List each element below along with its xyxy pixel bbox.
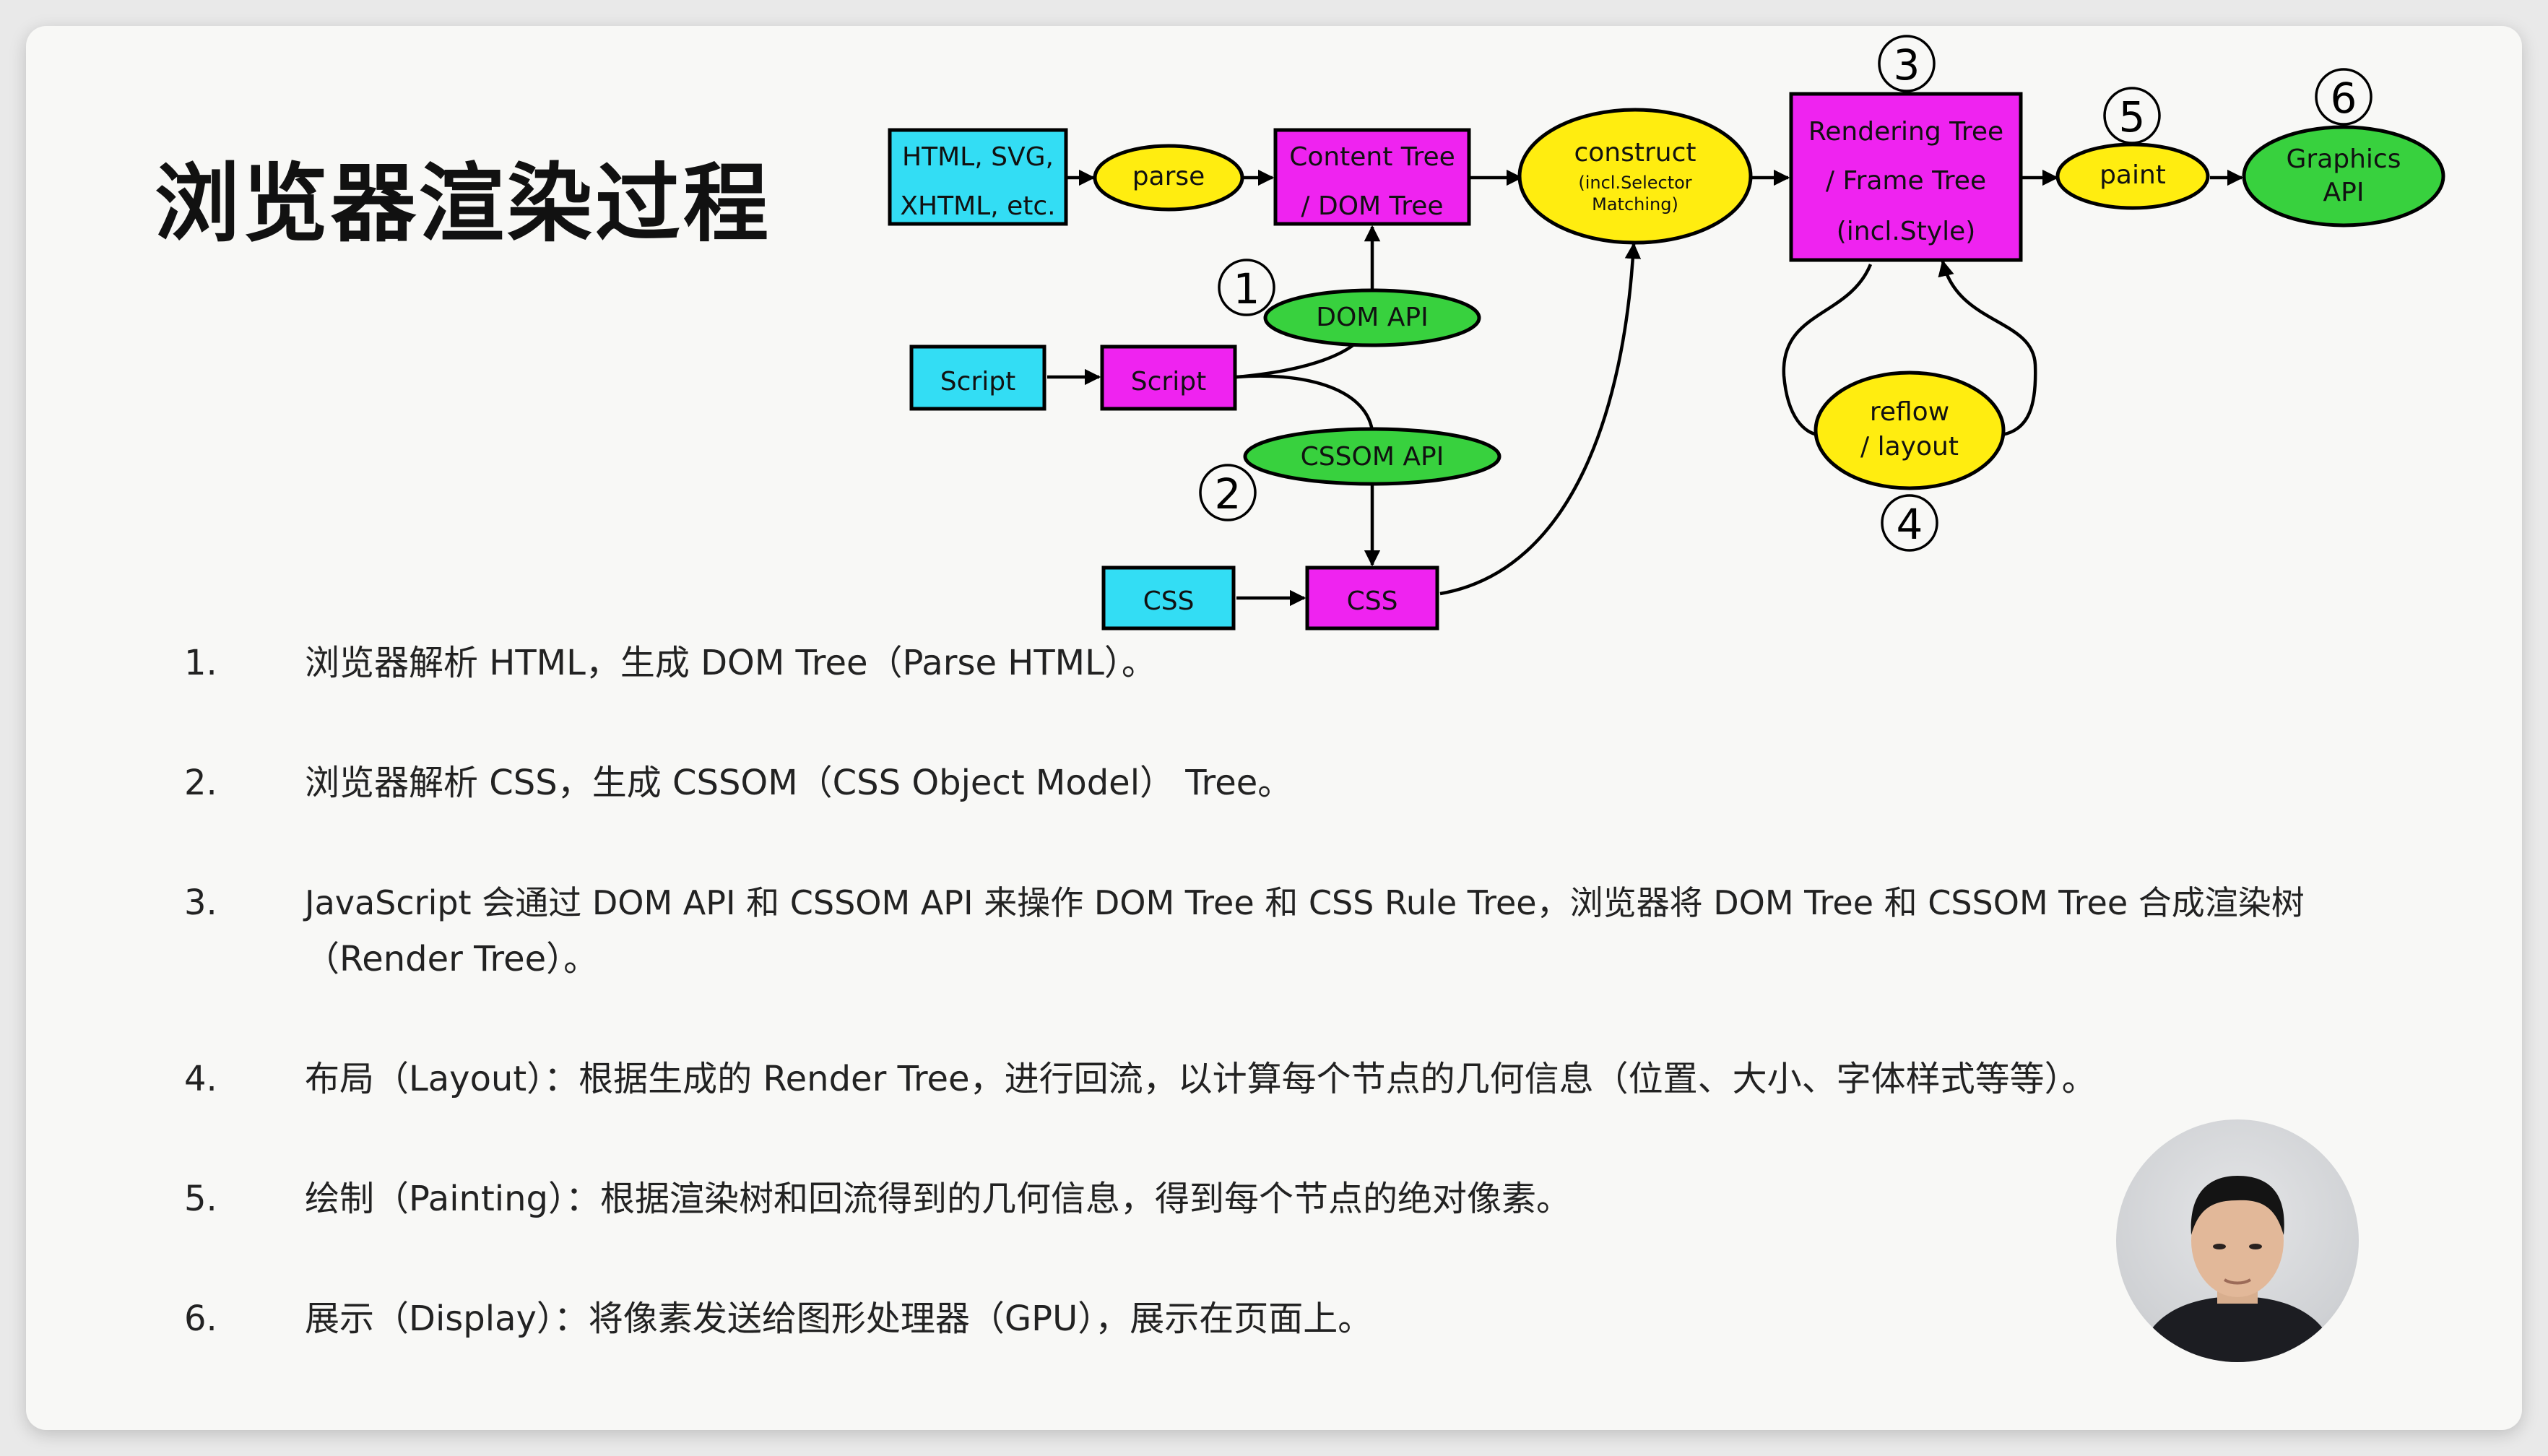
step-marker-3: 3 — [1878, 35, 1936, 92]
node-paint: paint — [2055, 142, 2210, 210]
presenter-video-avatar[interactable] — [2116, 1119, 2359, 1362]
node-reflow-line1: reflow — [1870, 397, 1949, 427]
node-css-label: CSS — [1347, 586, 1398, 616]
step-number: 1. — [184, 643, 217, 683]
svg-text:3: 3 — [1894, 40, 1920, 90]
node-css-source-label: CSS — [1143, 586, 1195, 616]
step-marker-4: 4 — [1881, 494, 1938, 552]
node-dom-api: DOM API — [1263, 288, 1481, 347]
step-text: 浏览器解析 CSS，生成 CSSOM（CSS Object Model） Tre… — [305, 763, 1293, 803]
step-text: 绘制（Painting）：根据渲染树和回流得到的几何信息，得到每个节点的绝对像素… — [305, 1179, 1572, 1219]
node-script: Script — [1100, 344, 1237, 411]
step-marker-6: 6 — [2315, 68, 2372, 126]
presenter-silhouette-icon — [2138, 1176, 2337, 1362]
svg-text:4: 4 — [1897, 500, 1923, 549]
node-parse-label: parse — [1132, 162, 1205, 191]
node-css: CSS — [1305, 566, 1439, 630]
node-script-source-label: Script — [940, 367, 1015, 396]
node-construct: construct (incl.Selector Matching) — [1517, 108, 1753, 245]
node-rendering-tree: Rendering Tree / Frame Tree (incl.Style) — [1789, 92, 2023, 262]
node-content-tree: Content Tree / DOM Tree — [1273, 128, 1471, 226]
node-html-source: HTML, SVG, XHTML, etc. — [888, 128, 1068, 226]
step-marker-2: 2 — [1199, 464, 1257, 521]
step-text: 布局（Layout）：根据生成的 Render Tree，进行回流，以计算每个节… — [305, 1059, 2097, 1099]
step-text: JavaScript 会通过 DOM API 和 CSSOM API 来操作 D… — [305, 883, 2305, 922]
step-marker-1: 1 — [1218, 259, 1275, 316]
node-rendering-tree-line1: Rendering Tree — [1808, 117, 2003, 147]
step-marker-5: 5 — [2103, 87, 2161, 144]
node-graphics-api-line1: Graphics — [2287, 144, 2401, 174]
node-reflow-line2: / layout — [1860, 432, 1959, 462]
node-construct-sub1: (incl.Selector — [1578, 173, 1691, 193]
edge-css-construct — [1439, 242, 1642, 596]
node-content-tree-line2: / DOM Tree — [1301, 191, 1443, 221]
node-rendering-tree-line2: / Frame Tree — [1826, 166, 1986, 196]
step-number: 5. — [184, 1179, 217, 1219]
node-script-label: Script — [1131, 367, 1206, 396]
step-text: 展示（Display）：将像素发送给图形处理器（GPU），展示在页面上。 — [305, 1299, 1373, 1339]
edge-script-cssomapi — [1236, 374, 1374, 431]
svg-text:6: 6 — [2331, 74, 2357, 123]
step-text-continued: （Render Tree）。 — [305, 939, 599, 979]
node-cssom-api: CSSOM API — [1243, 427, 1502, 486]
node-script-source: Script — [909, 344, 1046, 411]
node-dom-api-label: DOM API — [1316, 303, 1429, 332]
step-text: 浏览器解析 HTML，生成 DOM Tree（Parse HTML）。 — [305, 643, 1156, 683]
node-html-source-line1: HTML, SVG, — [902, 142, 1054, 172]
step-number: 6. — [184, 1299, 217, 1339]
node-content-tree-line1: Content Tree — [1289, 142, 1455, 172]
node-cssom-api-label: CSSOM API — [1301, 442, 1444, 472]
node-reflow: reflow / layout — [1814, 370, 2006, 490]
node-graphics-api: Graphics API — [2242, 125, 2445, 228]
node-css-source: CSS — [1101, 566, 1236, 630]
node-construct-label: construct — [1574, 138, 1696, 168]
node-paint-label: paint — [2100, 160, 2166, 190]
svg-text:1: 1 — [1234, 264, 1260, 313]
node-html-source-line2: XHTML, etc. — [900, 191, 1055, 221]
svg-text:2: 2 — [1215, 469, 1242, 519]
svg-text:5: 5 — [2119, 92, 2146, 142]
node-graphics-api-line2: API — [2323, 178, 2365, 207]
step-number: 2. — [184, 763, 217, 803]
node-rendering-tree-line3: (incl.Style) — [1837, 217, 1976, 246]
step-number: 4. — [184, 1059, 217, 1099]
node-construct-sub2: Matching) — [1592, 194, 1678, 214]
step-number: 3. — [184, 883, 217, 923]
node-parse: parse — [1093, 144, 1244, 212]
